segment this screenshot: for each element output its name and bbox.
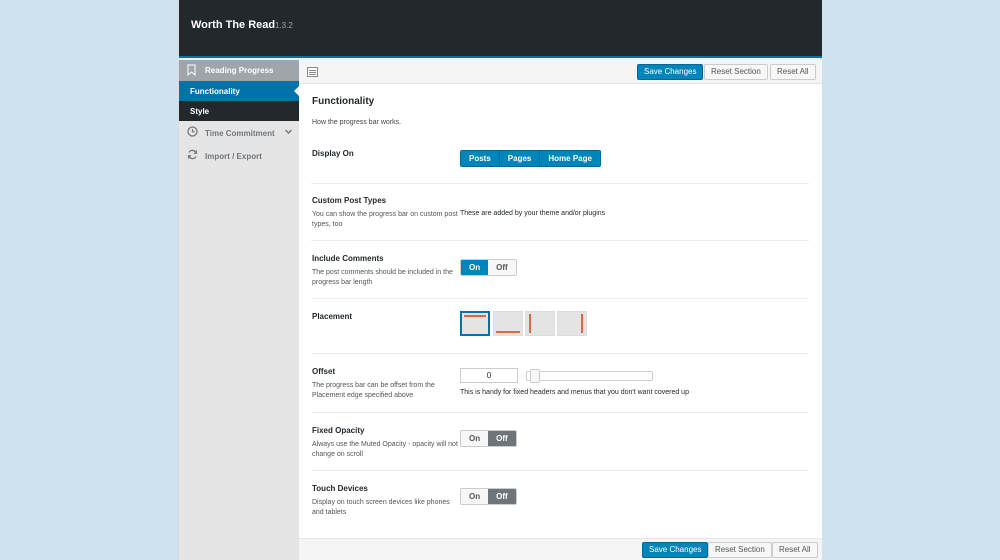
option-include-comments: Include Comments The post comments shoul… bbox=[299, 254, 809, 299]
section-description: How the progress bar works. bbox=[312, 119, 402, 126]
sidebar-item-style[interactable]: Style bbox=[179, 101, 299, 121]
sidebar-item-functionality[interactable]: Functionality bbox=[179, 81, 299, 101]
toggle-on[interactable]: On bbox=[461, 489, 489, 504]
panel-header: Worth The Read 1.3.2 bbox=[179, 0, 822, 58]
placement-bottom-option[interactable] bbox=[493, 311, 523, 336]
option-label: Touch Devices bbox=[312, 484, 368, 493]
clock-icon bbox=[187, 126, 198, 137]
divider bbox=[311, 298, 809, 299]
option-placement: Placement bbox=[299, 311, 809, 354]
option-label: Include Comments bbox=[312, 254, 384, 263]
divider bbox=[311, 183, 809, 184]
option-offset: Offset The progress bar can be offset fr… bbox=[299, 367, 809, 413]
option-touch-devices: Touch Devices Display on touch screen de… bbox=[299, 484, 809, 524]
display-on-buttonset: Posts Pages Home Page bbox=[460, 150, 601, 167]
divider bbox=[311, 470, 809, 471]
panel-title: Worth The Read bbox=[191, 19, 276, 31]
offset-slider[interactable] bbox=[526, 371, 653, 381]
sidebar-section-label: Reading Progress bbox=[205, 66, 274, 75]
reset-section-button-bottom[interactable]: Reset Section bbox=[708, 542, 772, 558]
sidebar-item-label: Import / Export bbox=[205, 152, 262, 161]
sidebar-item-label: Functionality bbox=[190, 87, 240, 96]
settings-frame: Worth The Read 1.3.2 Reading Progress Fu… bbox=[178, 0, 822, 560]
touch-devices-toggle: On Off bbox=[460, 488, 517, 505]
section-content: Functionality How the progress bar works… bbox=[299, 85, 822, 538]
placement-picker bbox=[460, 311, 590, 338]
sidebar-item-time-commitment[interactable]: Time Commitment bbox=[179, 121, 299, 144]
toggle-off[interactable]: Off bbox=[488, 260, 516, 275]
bookmark-icon bbox=[187, 64, 196, 78]
toggle-off[interactable]: Off bbox=[488, 489, 516, 504]
toggle-on[interactable]: On bbox=[461, 260, 489, 275]
option-description: You can show the progress bar on custom … bbox=[312, 211, 458, 228]
fixed-opacity-toggle: On Off bbox=[460, 430, 517, 447]
reset-all-button-bottom[interactable]: Reset All bbox=[772, 542, 818, 558]
sidebar-section-reading-progress[interactable]: Reading Progress bbox=[179, 60, 299, 81]
sidebar-item-label: Time Commitment bbox=[205, 129, 275, 138]
option-label: Offset bbox=[312, 367, 336, 376]
sidebar: Reading Progress Functionality Style Tim… bbox=[179, 60, 299, 560]
option-label: Display On bbox=[312, 149, 354, 158]
option-custom-post-types: Custom Post Types You can show the progr… bbox=[299, 196, 809, 241]
option-description: Always use the Muted Opacity - opacity w… bbox=[312, 441, 458, 458]
save-button-bottom[interactable]: Save Changes bbox=[642, 542, 709, 558]
option-label: Fixed Opacity bbox=[312, 426, 365, 435]
section-title: Functionality bbox=[312, 96, 375, 107]
reset-section-button[interactable]: Reset Section bbox=[704, 64, 768, 80]
include-comments-toggle: On Off bbox=[460, 259, 517, 276]
placement-top-option[interactable] bbox=[460, 311, 490, 336]
display-on-home-page[interactable]: Home Page bbox=[540, 151, 600, 166]
option-note: These are added by your theme and/or plu… bbox=[460, 210, 606, 217]
save-button[interactable]: Save Changes bbox=[637, 64, 704, 80]
option-label: Placement bbox=[312, 312, 353, 321]
sidebar-item-label: Style bbox=[190, 107, 210, 116]
reset-all-button[interactable]: Reset All bbox=[770, 64, 816, 80]
offset-input[interactable] bbox=[460, 368, 518, 383]
display-on-posts[interactable]: Posts bbox=[461, 151, 500, 166]
top-toolbar: Save Changes Reset Section Reset All bbox=[299, 60, 822, 84]
sidebar-item-import-export[interactable]: Import / Export bbox=[179, 144, 299, 167]
placement-left-option[interactable] bbox=[525, 311, 555, 336]
bottom-toolbar: Save Changes Reset Section Reset All bbox=[299, 538, 822, 560]
option-fixed-opacity: Fixed Opacity Always use the Muted Opaci… bbox=[299, 426, 809, 471]
display-on-pages[interactable]: Pages bbox=[499, 151, 541, 166]
toggle-off[interactable]: Off bbox=[488, 431, 516, 446]
expand-options-icon[interactable] bbox=[307, 67, 318, 77]
option-note: This is handy for fixed headers and menu… bbox=[460, 389, 689, 396]
divider bbox=[311, 412, 809, 413]
option-description: The progress bar can be offset from the … bbox=[312, 382, 435, 399]
divider bbox=[311, 240, 809, 241]
divider bbox=[311, 353, 809, 354]
option-label: Custom Post Types bbox=[312, 196, 387, 205]
offset-slider-handle[interactable] bbox=[530, 369, 540, 383]
refresh-icon bbox=[187, 149, 198, 160]
option-description: Display on touch screen devices like pho… bbox=[312, 499, 450, 516]
option-description: The post comments should be included in … bbox=[312, 269, 453, 286]
toggle-on[interactable]: On bbox=[461, 431, 489, 446]
chevron-down-icon[interactable] bbox=[284, 127, 293, 136]
options-panel: Save Changes Reset Section Reset All Fun… bbox=[299, 60, 822, 560]
version-badge: 1.3.2 bbox=[275, 21, 293, 30]
placement-right-option[interactable] bbox=[557, 311, 587, 336]
option-display-on: Display On Posts Pages Home Page bbox=[299, 149, 809, 184]
